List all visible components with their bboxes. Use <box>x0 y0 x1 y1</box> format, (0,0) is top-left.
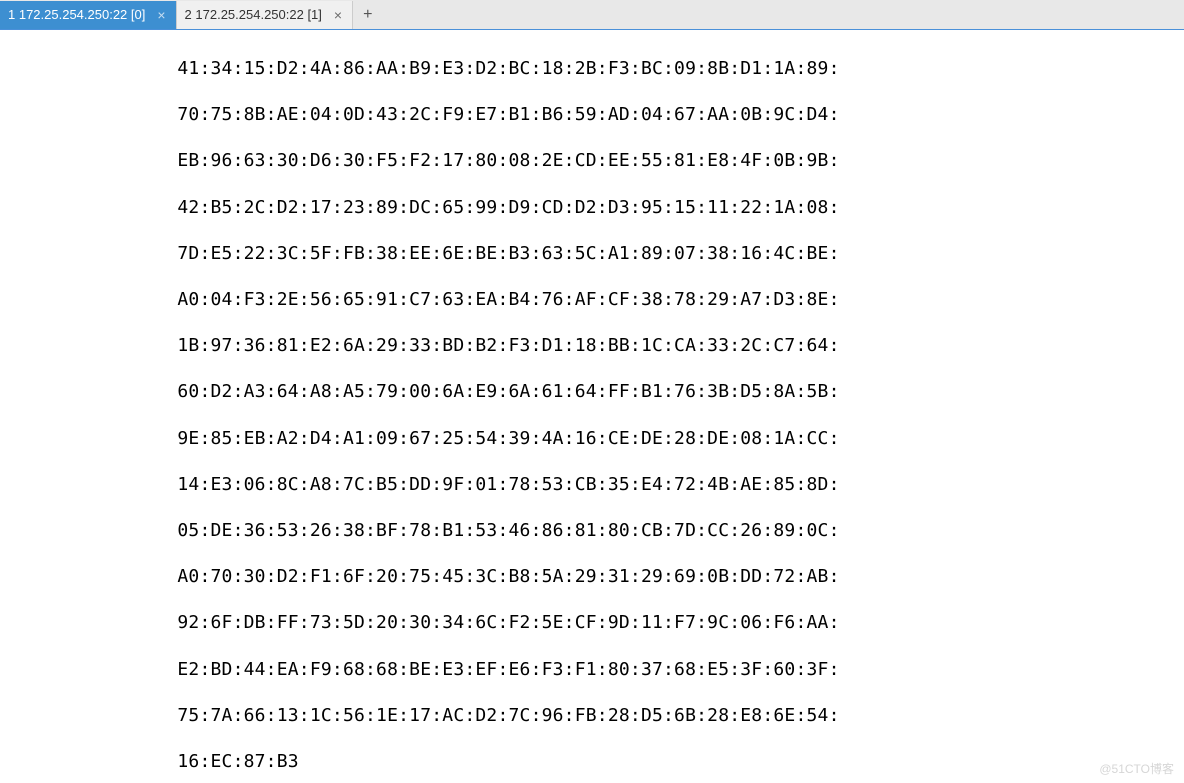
hex-output-line: EB:96:63:30:D6:30:F5:F2:17:80:08:2E:CD:E… <box>4 149 1180 172</box>
close-icon[interactable]: × <box>155 7 167 23</box>
hex-output-line: 41:34:15:D2:4A:86:AA:B9:E3:D2:BC:18:2B:F… <box>4 57 1180 80</box>
tab-bar: 1 172.25.254.250:22 [0] × 2 172.25.254.2… <box>0 0 1184 30</box>
watermark: @51CTO博客 <box>1099 760 1174 777</box>
add-tab-button[interactable]: + <box>353 4 382 26</box>
hex-output-line: 05:DE:36:53:26:38:BF:78:B1:53:46:86:81:8… <box>4 519 1180 542</box>
hex-output-line: A0:70:30:D2:F1:6F:20:75:45:3C:B8:5A:29:3… <box>4 565 1180 588</box>
hex-output-line: E2:BD:44:EA:F9:68:68:BE:E3:EF:E6:F3:F1:8… <box>4 658 1180 681</box>
hex-output-line: 75:7A:66:13:1C:56:1E:17:AC:D2:7C:96:FB:2… <box>4 704 1180 727</box>
hex-output-line: 92:6F:DB:FF:73:5D:20:30:34:6C:F2:5E:CF:9… <box>4 611 1180 634</box>
hex-output-line: 16:EC:87:B3 <box>4 750 1180 773</box>
close-icon[interactable]: × <box>332 7 344 23</box>
hex-output-line: 9E:85:EB:A2:D4:A1:09:67:25:54:39:4A:16:C… <box>4 427 1180 450</box>
tab-session-1[interactable]: 2 172.25.254.250:22 [1] × <box>177 1 354 29</box>
tab-label: 1 172.25.254.250:22 [0] <box>8 7 145 22</box>
hex-output-line: 70:75:8B:AE:04:0D:43:2C:F9:E7:B1:B6:59:A… <box>4 103 1180 126</box>
hex-output-line: 7D:E5:22:3C:5F:FB:38:EE:6E:BE:B3:63:5C:A… <box>4 242 1180 265</box>
hex-output-line: 60:D2:A3:64:A8:A5:79:00:6A:E9:6A:61:64:F… <box>4 380 1180 403</box>
tab-label: 2 172.25.254.250:22 [1] <box>185 7 322 22</box>
tab-session-0[interactable]: 1 172.25.254.250:22 [0] × <box>0 1 177 29</box>
hex-output-line: 1B:97:36:81:E2:6A:29:33:BD:B2:F3:D1:18:B… <box>4 334 1180 357</box>
terminal-output[interactable]: 41:34:15:D2:4A:86:AA:B9:E3:D2:BC:18:2B:F… <box>0 30 1184 783</box>
hex-output-line: A0:04:F3:2E:56:65:91:C7:63:EA:B4:76:AF:C… <box>4 288 1180 311</box>
hex-output-line: 42:B5:2C:D2:17:23:89:DC:65:99:D9:CD:D2:D… <box>4 196 1180 219</box>
hex-output-line: 14:E3:06:8C:A8:7C:B5:DD:9F:01:78:53:CB:3… <box>4 473 1180 496</box>
